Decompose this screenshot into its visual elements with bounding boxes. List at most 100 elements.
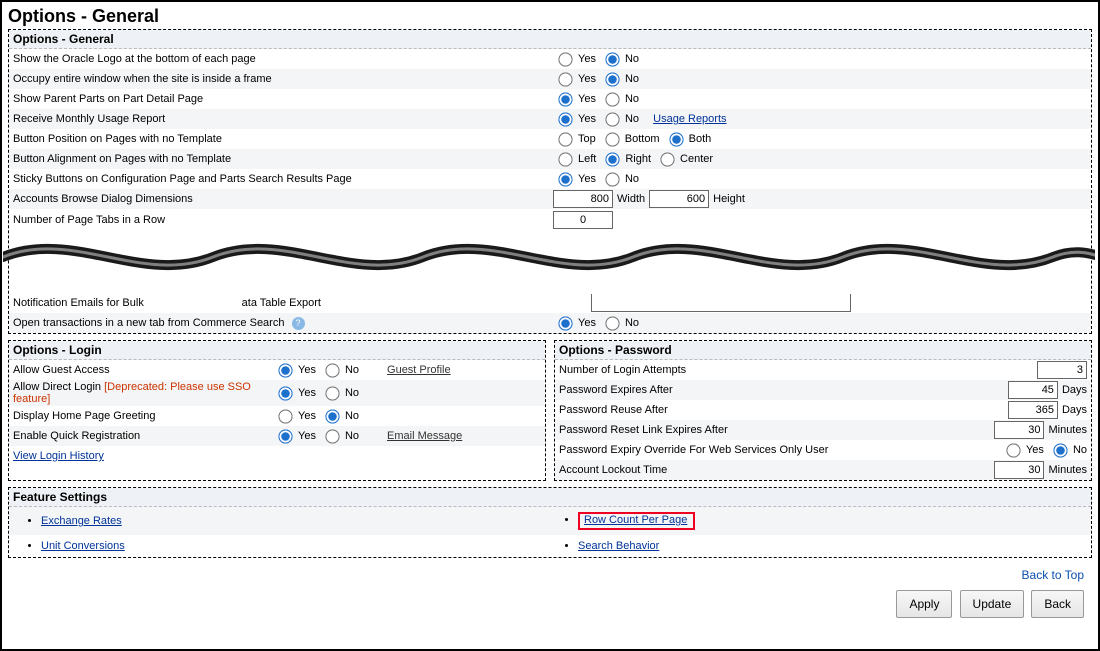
row-login-attempts-label: Number of Login Attempts	[559, 364, 899, 376]
row-login-history: View Login History	[9, 446, 545, 466]
radio-guest-yes[interactable]	[278, 363, 292, 377]
label-minutes: Minutes	[1048, 424, 1087, 436]
label-yes: Yes	[578, 113, 596, 125]
radio-align-left[interactable]	[558, 152, 572, 166]
label-days: Days	[1062, 404, 1087, 416]
apply-button[interactable]: Apply	[896, 590, 952, 618]
input-password-reuse[interactable]	[1008, 401, 1058, 419]
radio-quickreg-no[interactable]	[325, 429, 339, 443]
radio-usage-yes[interactable]	[558, 112, 572, 126]
row-quick-registration-label: Enable Quick Registration	[13, 430, 273, 442]
link-view-login-history[interactable]: View Login History	[13, 450, 104, 462]
input-reset-link-expires[interactable]	[994, 421, 1044, 439]
input-password-expires[interactable]	[1008, 381, 1058, 399]
update-button[interactable]: Update	[960, 590, 1025, 618]
button-bar: Apply Update Back	[8, 586, 1092, 624]
label-yes: Yes	[578, 53, 596, 65]
radio-pos-both[interactable]	[669, 132, 683, 146]
label-left: Left	[578, 153, 596, 165]
label-days: Days	[1062, 384, 1087, 396]
label-no: No	[345, 410, 359, 422]
label-no: No	[625, 113, 639, 125]
row-notification-emails-label: Notification Emails for Bulk ata Table E…	[13, 297, 553, 309]
row-home-greeting-label: Display Home Page Greeting	[13, 410, 273, 422]
link-search-behavior[interactable]: Search Behavior	[578, 540, 659, 552]
row-reset-link-expires: Password Reset Link Expires After Minute…	[555, 420, 1091, 440]
label-no: No	[625, 53, 639, 65]
link-row-count-per-page[interactable]: Row Count Per Page	[584, 514, 687, 526]
input-login-attempts[interactable]	[1037, 361, 1087, 379]
input-lockout-time[interactable]	[994, 461, 1044, 479]
label-no: No	[625, 173, 639, 185]
link-email-message[interactable]: Email Message	[387, 430, 462, 442]
radio-sticky-no[interactable]	[605, 172, 619, 186]
row-lockout-time-label: Account Lockout Time	[559, 464, 899, 476]
label-top: Top	[578, 133, 596, 145]
radio-newtab-yes[interactable]	[558, 316, 572, 330]
radio-override-yes[interactable]	[1006, 443, 1020, 457]
label-yes: Yes	[1026, 444, 1044, 456]
radio-sticky-yes[interactable]	[558, 172, 572, 186]
row-sticky-buttons-label: Sticky Buttons on Configuration Page and…	[13, 173, 553, 185]
radio-parent-yes[interactable]	[558, 92, 572, 106]
link-guest-profile[interactable]: Guest Profile	[387, 364, 451, 376]
radio-oracle-logo-no[interactable]	[605, 52, 619, 66]
row-password-expires-label: Password Expires After	[559, 384, 899, 396]
row-occupy-window: Occupy entire window when the site is in…	[9, 69, 1091, 89]
row-occupy-window-label: Occupy entire window when the site is in…	[13, 73, 553, 85]
radio-direct-no[interactable]	[325, 386, 339, 400]
row-expiry-override-label: Password Expiry Override For Web Service…	[559, 444, 899, 456]
radio-occupy-yes[interactable]	[558, 72, 572, 86]
input-notification-emails[interactable]	[591, 294, 851, 312]
radio-pos-top[interactable]	[558, 132, 572, 146]
radio-quickreg-yes[interactable]	[278, 429, 292, 443]
label-minutes: Minutes	[1048, 464, 1087, 476]
row-home-greeting: Display Home Page Greeting Yes No	[9, 406, 545, 426]
row-sticky-buttons: Sticky Buttons on Configuration Page and…	[9, 169, 1091, 189]
label-yes: Yes	[298, 364, 316, 376]
radio-occupy-no[interactable]	[605, 72, 619, 86]
label-width: Width	[617, 193, 645, 205]
radio-greeting-yes[interactable]	[278, 409, 292, 423]
label-yes: Yes	[298, 430, 316, 442]
radio-guest-no[interactable]	[325, 363, 339, 377]
label-no: No	[345, 430, 359, 442]
radio-align-center[interactable]	[660, 152, 674, 166]
radio-usage-no[interactable]	[605, 112, 619, 126]
feature-row-1: Unit Conversions Search Behavior	[9, 535, 1091, 557]
link-usage-reports[interactable]: Usage Reports	[653, 113, 726, 125]
link-unit-conversions[interactable]: Unit Conversions	[41, 540, 125, 552]
radio-greeting-no[interactable]	[325, 409, 339, 423]
link-back-to-top[interactable]: Back to Top	[1022, 568, 1084, 582]
row-dialog-dimensions-label: Accounts Browse Dialog Dimensions	[13, 193, 553, 205]
link-exchange-rates[interactable]: Exchange Rates	[41, 515, 122, 527]
label-no: No	[625, 317, 639, 329]
panel-features: Feature Settings Exchange Rates Row Coun…	[8, 487, 1092, 558]
row-guest-access: Allow Guest Access Yes No Guest Profile	[9, 360, 545, 380]
row-notification-emails: Notification Emails for Bulk ata Table E…	[9, 293, 1091, 313]
panel-login: Options - Login Allow Guest Access Yes N…	[8, 340, 546, 481]
input-dialog-height[interactable]	[649, 190, 709, 208]
page-title: Options - General	[8, 6, 1092, 27]
radio-override-no[interactable]	[1053, 443, 1067, 457]
panel-password: Options - Password Number of Login Attem…	[554, 340, 1092, 481]
row-parent-parts-label: Show Parent Parts on Part Detail Page	[13, 93, 553, 105]
radio-newtab-no[interactable]	[605, 316, 619, 330]
radio-parent-no[interactable]	[605, 92, 619, 106]
panel-general: Options - General Show the Oracle Logo a…	[8, 29, 1092, 334]
radio-oracle-logo-yes[interactable]	[558, 52, 572, 66]
radio-direct-yes[interactable]	[278, 386, 292, 400]
input-dialog-width[interactable]	[553, 190, 613, 208]
back-button[interactable]: Back	[1031, 590, 1084, 618]
row-button-position-label: Button Position on Pages with no Templat…	[13, 133, 553, 145]
row-direct-login-label: Allow Direct Login [Deprecated: Please u…	[13, 381, 273, 405]
highlight-row-count: Row Count Per Page	[578, 512, 695, 530]
help-icon[interactable]: ?	[292, 317, 305, 330]
row-button-position: Button Position on Pages with no Templat…	[9, 129, 1091, 149]
label-height: Height	[713, 193, 745, 205]
feature-row-0: Exchange Rates Row Count Per Page	[9, 507, 1091, 535]
radio-align-right[interactable]	[606, 152, 620, 166]
radio-pos-bottom[interactable]	[605, 132, 619, 146]
label-yes: Yes	[298, 410, 316, 422]
row-button-alignment: Button Alignment on Pages with no Templa…	[9, 149, 1091, 169]
